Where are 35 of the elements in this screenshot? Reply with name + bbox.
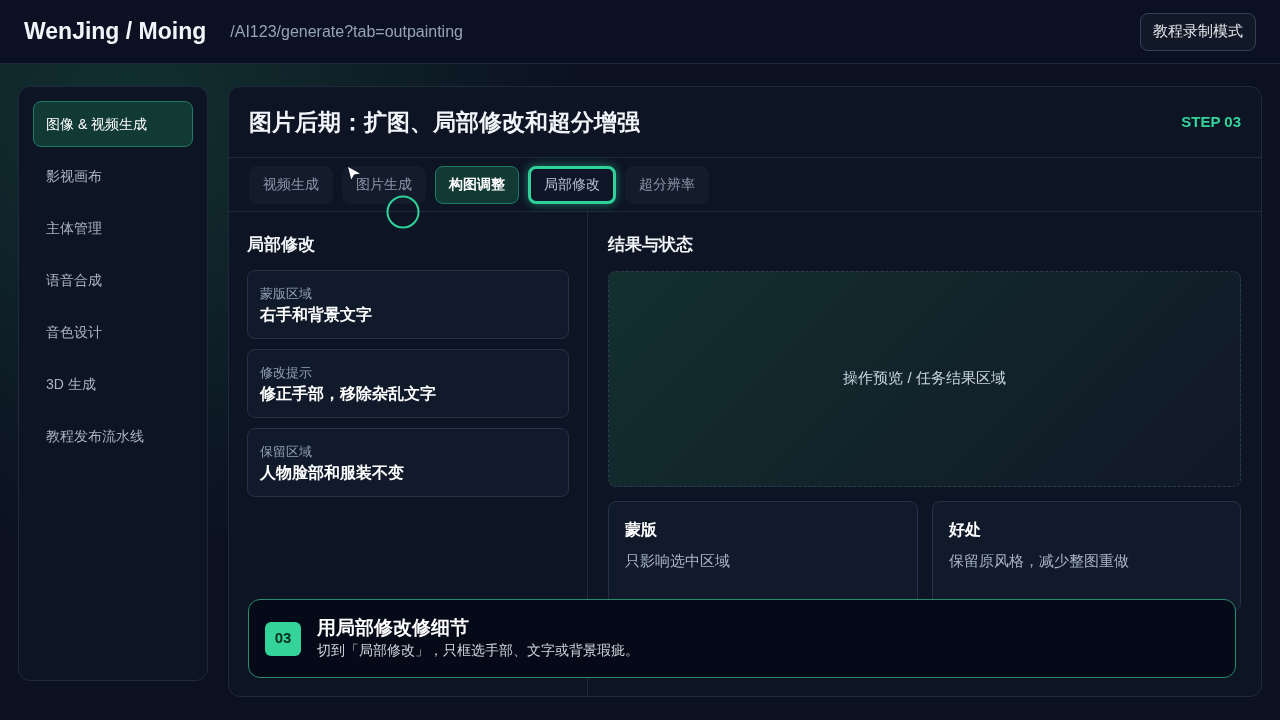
toast-title: 用局部修改修细节: [317, 616, 470, 640]
sidebar-item[interactable]: 3D 生成: [33, 361, 193, 407]
section-title: 结果与状态: [608, 234, 694, 256]
brand-title: WenJing / Moing: [24, 17, 207, 47]
tab[interactable]: 构图调整: [435, 165, 519, 204]
tab[interactable]: 图片生成: [342, 165, 426, 204]
sidebar-item[interactable]: 影视画布: [33, 153, 193, 199]
tab[interactable]: 局部修改: [528, 165, 616, 204]
field-label: 蒙版区域: [260, 284, 313, 303]
field-label: 保留区域: [260, 442, 313, 461]
card-text: 只影响选中区域: [625, 550, 731, 571]
field-value: 人物脸部和服装不变: [260, 463, 405, 483]
cursor-icon: [347, 166, 361, 180]
preview-caption: 操作预览 / 任务结果区域: [843, 368, 1006, 389]
url-path: /AI123/generate?tab=outpainting: [230, 21, 463, 42]
field-value: 右手和背景文字: [260, 305, 373, 325]
click-ring-icon: [386, 195, 420, 229]
sidebar-item[interactable]: 音色设计: [33, 309, 193, 355]
card-text: 保留原风格，减少整图重做: [948, 550, 1130, 571]
sidebar-item[interactable]: 语音合成: [33, 257, 193, 303]
tab[interactable]: 视频生成: [249, 165, 333, 204]
sidebar-item[interactable]: 主体管理: [33, 205, 193, 251]
card-title: 好处: [948, 519, 982, 540]
sidebar-item[interactable]: 教程发布流水线: [33, 413, 193, 459]
section-title: 局部修改: [247, 234, 316, 256]
field-label: 修改提示: [260, 363, 313, 382]
toast-text: 切到「局部修改」，只框选手部、文字或背景瑕疵。: [317, 641, 639, 660]
step-label: STEP 03: [1181, 111, 1241, 132]
panel-title: 图片后期：扩图、局部修改和超分增强: [249, 107, 640, 137]
tab[interactable]: 超分辨率: [625, 165, 709, 204]
tutorial-mode-button[interactable]: 教程录制模式: [1140, 12, 1256, 51]
sidebar-item[interactable]: 图像 & 视频生成: [33, 101, 193, 147]
step-badge: 03: [265, 621, 301, 656]
field-value: 修正手部，移除杂乱文字: [260, 384, 437, 404]
card-title: 蒙版: [625, 519, 658, 540]
